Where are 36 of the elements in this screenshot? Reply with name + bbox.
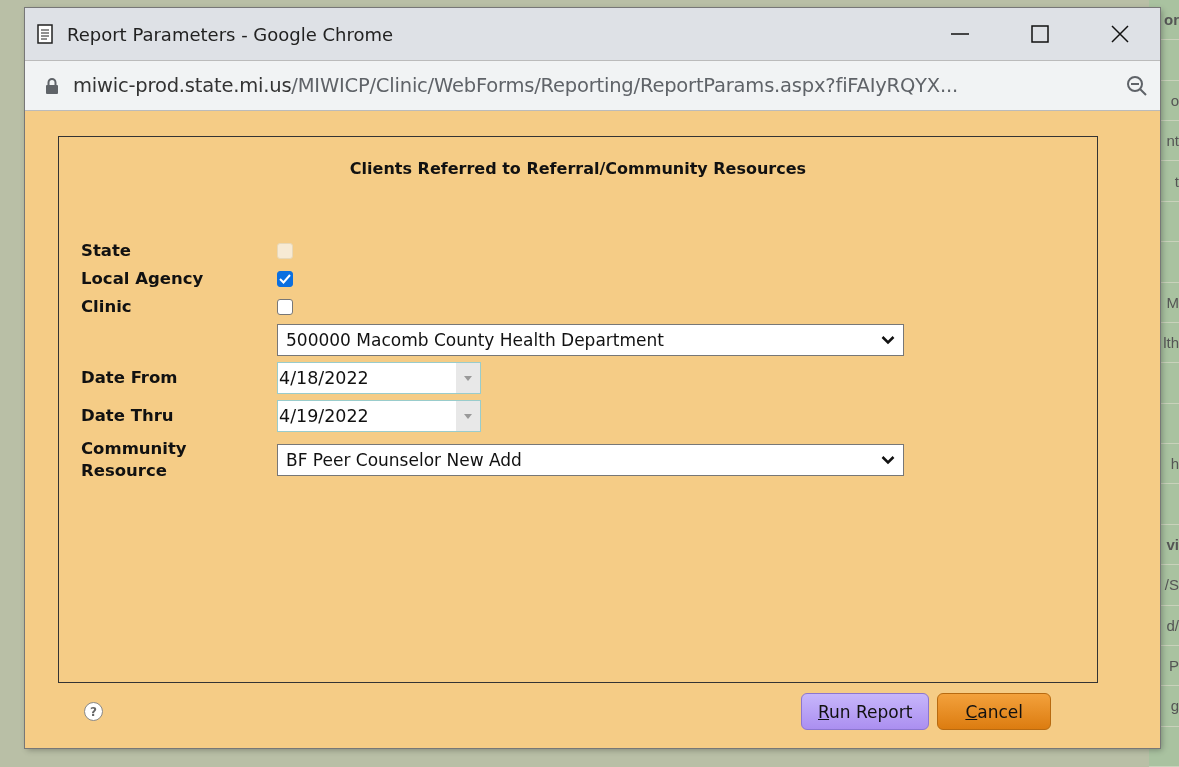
page-icon bbox=[37, 24, 53, 44]
checkbox[interactable] bbox=[277, 271, 293, 287]
dropdown[interactable]: BF Peer Counselor New Add bbox=[277, 444, 904, 476]
report-title: Clients Referred to Referral/Community Resources bbox=[348, 159, 808, 178]
background-text: t bbox=[1174, 172, 1179, 190]
background-text: vi bbox=[1166, 535, 1179, 553]
maximize-icon[interactable] bbox=[1030, 24, 1050, 44]
zoom-out-icon[interactable] bbox=[1126, 74, 1148, 97]
background-text: M bbox=[1166, 293, 1179, 311]
field-label: Date From bbox=[81, 368, 178, 387]
background-text: or bbox=[1164, 11, 1179, 29]
checkbox[interactable] bbox=[277, 299, 293, 315]
background-text: lth bbox=[1163, 334, 1179, 352]
background-text: nt bbox=[1166, 132, 1179, 150]
chevron-down-icon bbox=[881, 455, 895, 465]
field-label: Local Agency bbox=[81, 269, 204, 288]
run-report-button[interactable]: Run Report bbox=[801, 693, 930, 730]
cancel-button[interactable]: Cancel bbox=[937, 693, 1051, 730]
field-label: Clinic bbox=[81, 297, 132, 316]
background-text: P bbox=[1169, 657, 1179, 675]
date-field[interactable]: 4/19/2022 bbox=[277, 400, 481, 432]
dropdown[interactable]: 500000 Macomb County Health Department bbox=[277, 324, 904, 356]
field-label: State bbox=[81, 241, 131, 260]
chevron-down-icon bbox=[881, 335, 895, 345]
background-text: h bbox=[1170, 455, 1179, 473]
background-text: o bbox=[1170, 91, 1179, 109]
background-text: g bbox=[1170, 697, 1179, 715]
window-title: Report Parameters - Google Chrome bbox=[67, 23, 395, 45]
date-field[interactable]: 4/18/2022 bbox=[277, 362, 481, 394]
background-text: d/ bbox=[1166, 616, 1179, 634]
lock-icon bbox=[45, 76, 59, 95]
field-label: Date Thru bbox=[81, 406, 174, 425]
field-label: Community Resource bbox=[81, 438, 188, 482]
close-icon[interactable] bbox=[1110, 24, 1130, 44]
background-text: /S bbox=[1164, 576, 1179, 594]
help-icon[interactable]: ? bbox=[84, 702, 103, 721]
